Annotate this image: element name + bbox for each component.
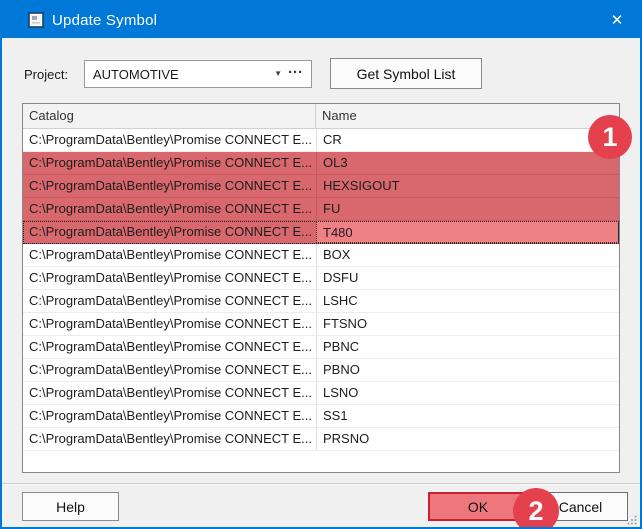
name-cell: FU: [316, 198, 619, 220]
app-icon: [28, 12, 44, 28]
title-bar: Update Symbol ✕: [2, 2, 640, 38]
catalog-cell: C:\ProgramData\Bentley\Promise CONNECT E…: [29, 293, 312, 308]
catalog-cell: C:\ProgramData\Bentley\Promise CONNECT E…: [29, 385, 312, 400]
table-row[interactable]: C:\ProgramData\Bentley\Promise CONNECT E…: [23, 313, 619, 336]
table-row[interactable]: C:\ProgramData\Bentley\Promise CONNECT E…: [23, 382, 619, 405]
catalog-cell: C:\ProgramData\Bentley\Promise CONNECT E…: [29, 362, 312, 377]
symbol-table-body: C:\ProgramData\Bentley\Promise CONNECT E…: [23, 129, 619, 472]
catalog-cell: C:\ProgramData\Bentley\Promise CONNECT E…: [29, 132, 312, 147]
table-row[interactable]: C:\ProgramData\Bentley\Promise CONNECT E…: [23, 244, 619, 267]
name-column-header[interactable]: Name: [316, 104, 619, 128]
name-cell: T480: [316, 221, 619, 243]
catalog-cell: C:\ProgramData\Bentley\Promise CONNECT E…: [29, 178, 312, 193]
catalog-cell: C:\ProgramData\Bentley\Promise CONNECT E…: [29, 408, 312, 423]
browse-ellipsis-icon[interactable]: ···: [286, 65, 311, 84]
symbol-table: Catalog Name C:\ProgramData\Bentley\Prom…: [22, 103, 620, 473]
name-cell: SS1: [316, 405, 619, 427]
catalog-cell: C:\ProgramData\Bentley\Promise CONNECT E…: [29, 339, 312, 354]
annotation-badge-1: 1: [588, 115, 632, 159]
project-value: AUTOMOTIVE: [93, 66, 179, 82]
table-row[interactable]: C:\ProgramData\Bentley\Promise CONNECT E…: [23, 221, 619, 244]
table-header: Catalog Name: [23, 104, 619, 129]
catalog-cell: C:\ProgramData\Bentley\Promise CONNECT E…: [29, 201, 312, 216]
table-filler-row: [23, 451, 619, 472]
get-symbol-list-button[interactable]: Get Symbol List: [330, 58, 482, 89]
chevron-down-icon[interactable]: ▼: [272, 70, 286, 78]
name-cell: PBNO: [316, 359, 619, 381]
project-combobox[interactable]: AUTOMOTIVE ▼ ···: [84, 60, 312, 88]
table-row[interactable]: C:\ProgramData\Bentley\Promise CONNECT E…: [23, 129, 619, 152]
table-row[interactable]: C:\ProgramData\Bentley\Promise CONNECT E…: [23, 290, 619, 313]
name-cell: PRSNO: [316, 428, 619, 450]
table-row[interactable]: C:\ProgramData\Bentley\Promise CONNECT E…: [23, 359, 619, 382]
annotation-badge-2: 2: [513, 488, 559, 527]
catalog-cell: C:\ProgramData\Bentley\Promise CONNECT E…: [29, 155, 312, 170]
footer-divider: [2, 483, 640, 485]
name-cell: FTSNO: [316, 313, 619, 335]
catalog-cell: C:\ProgramData\Bentley\Promise CONNECT E…: [29, 224, 312, 239]
update-symbol-dialog: Update Symbol ✕ Project: AUTOMOTIVE ▼ ··…: [0, 0, 642, 529]
project-label: Project:: [24, 67, 69, 82]
catalog-cell: C:\ProgramData\Bentley\Promise CONNECT E…: [29, 270, 312, 285]
name-cell: BOX: [316, 244, 619, 266]
close-icon[interactable]: ✕: [594, 2, 640, 38]
window-title: Update Symbol: [52, 11, 158, 29]
table-row[interactable]: C:\ProgramData\Bentley\Promise CONNECT E…: [23, 175, 619, 198]
name-cell: CR: [316, 129, 619, 151]
help-button[interactable]: Help: [22, 492, 119, 521]
table-row[interactable]: C:\ProgramData\Bentley\Promise CONNECT E…: [23, 428, 619, 451]
name-cell: DSFU: [316, 267, 619, 289]
name-cell: PBNC: [316, 336, 619, 358]
resize-grip[interactable]: [627, 515, 637, 525]
name-cell: OL3: [316, 152, 619, 174]
catalog-cell: C:\ProgramData\Bentley\Promise CONNECT E…: [29, 431, 312, 446]
table-row[interactable]: C:\ProgramData\Bentley\Promise CONNECT E…: [23, 267, 619, 290]
name-cell: LSHC: [316, 290, 619, 312]
catalog-column-header[interactable]: Catalog: [23, 104, 316, 128]
catalog-cell: C:\ProgramData\Bentley\Promise CONNECT E…: [29, 316, 312, 331]
table-row[interactable]: C:\ProgramData\Bentley\Promise CONNECT E…: [23, 405, 619, 428]
name-cell: HEXSIGOUT: [316, 175, 619, 197]
name-cell: LSNO: [316, 382, 619, 404]
table-row[interactable]: C:\ProgramData\Bentley\Promise CONNECT E…: [23, 152, 619, 175]
table-row[interactable]: C:\ProgramData\Bentley\Promise CONNECT E…: [23, 336, 619, 359]
table-row[interactable]: C:\ProgramData\Bentley\Promise CONNECT E…: [23, 198, 619, 221]
catalog-cell: C:\ProgramData\Bentley\Promise CONNECT E…: [29, 247, 312, 262]
